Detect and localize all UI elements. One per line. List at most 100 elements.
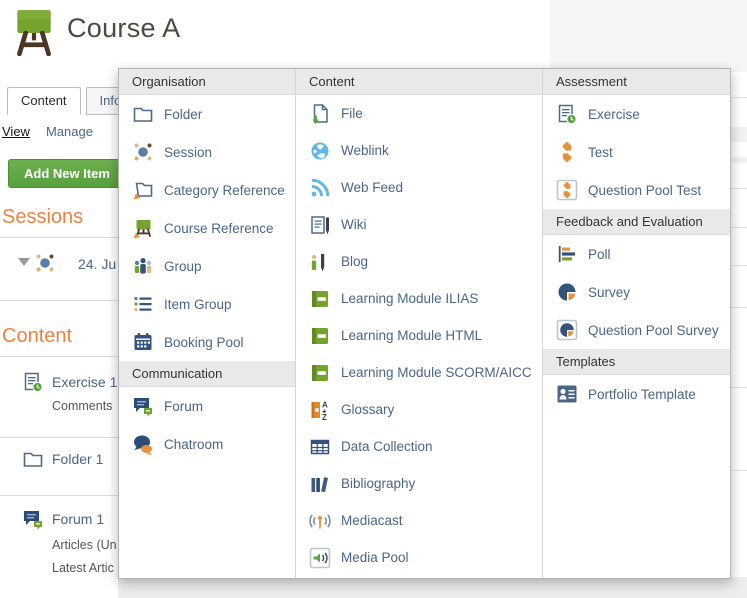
page-background bbox=[550, 0, 747, 72]
menu-item-survey[interactable]: Survey bbox=[543, 273, 730, 311]
menu-item-media-pool[interactable]: Media Pool bbox=[296, 539, 542, 576]
menu-item-weblink[interactable]: Weblink bbox=[296, 132, 542, 169]
menu-item-question-pool-survey[interactable]: Question Pool Survey bbox=[543, 311, 730, 349]
menu-item-learning-module-ilias[interactable]: Learning Module ILIAS bbox=[296, 280, 542, 317]
menu-item-course-reference[interactable]: Course Reference bbox=[119, 209, 295, 247]
menu-item-data-collection[interactable]: Data Collection bbox=[296, 428, 542, 465]
menu-item-glossary[interactable]: A Z Glossary bbox=[296, 391, 542, 428]
sessions-heading: Sessions bbox=[2, 206, 83, 229]
forum-icon bbox=[131, 395, 154, 418]
svg-text:A: A bbox=[322, 400, 328, 409]
list-item-exercise-1[interactable]: Exercise 1 bbox=[52, 374, 117, 390]
divider bbox=[0, 300, 118, 301]
divider bbox=[0, 356, 118, 357]
portfolio-template-icon bbox=[555, 383, 578, 406]
tab-content[interactable]: Content bbox=[7, 87, 81, 115]
menu-group-header: Feedback and Evaluation bbox=[543, 209, 730, 235]
web-feed-icon bbox=[308, 176, 331, 199]
menu-item-poll[interactable]: Poll bbox=[543, 235, 730, 273]
add-new-item-button[interactable]: Add New Item bbox=[8, 159, 126, 188]
menu-item-group[interactable]: Group bbox=[119, 247, 295, 285]
media-pool-icon bbox=[308, 546, 331, 569]
blog-icon bbox=[308, 250, 331, 273]
menu-item-folder[interactable]: Folder bbox=[119, 95, 295, 133]
menu-item-mediacast[interactable]: Mediacast bbox=[296, 502, 542, 539]
question-pool-survey-icon bbox=[555, 319, 578, 342]
exercise-icon bbox=[555, 103, 578, 126]
menu-item-bibliography[interactable]: Bibliography bbox=[296, 465, 542, 502]
svg-text:Z: Z bbox=[322, 413, 327, 421]
folder-icon bbox=[22, 448, 44, 470]
list-item-desc: Articles (Un bbox=[52, 538, 117, 552]
booking-pool-icon bbox=[131, 331, 154, 354]
content-heading: Content bbox=[2, 325, 72, 348]
menu-item-item-group[interactable]: Item Group bbox=[119, 285, 295, 323]
group-icon bbox=[131, 255, 154, 278]
collapse-caret-icon[interactable] bbox=[18, 258, 30, 266]
course-reference-icon bbox=[131, 217, 154, 240]
glossary-icon: A Z bbox=[308, 398, 331, 421]
menu-item-chatroom[interactable]: Chatroom bbox=[119, 425, 295, 463]
learning-module-icon bbox=[308, 324, 331, 347]
menu-item-question-pool-test[interactable]: Question Pool Test bbox=[543, 171, 730, 209]
list-item-desc: Latest Artic bbox=[52, 561, 114, 575]
add-new-item-menu: Organisation Folder Session bbox=[118, 68, 731, 579]
menu-item-web-feed[interactable]: Web Feed bbox=[296, 169, 542, 206]
chatroom-icon bbox=[131, 433, 154, 456]
list-item-desc: Comments bbox=[52, 399, 112, 413]
divider bbox=[0, 237, 118, 238]
exercise-icon bbox=[22, 371, 44, 393]
divider bbox=[0, 437, 118, 438]
ilias-course-page: Course A Content Info View Manage Add Ne… bbox=[0, 0, 747, 598]
divider bbox=[0, 495, 118, 496]
page-background-strip bbox=[118, 577, 747, 598]
menu-item-blog[interactable]: Blog bbox=[296, 243, 542, 280]
folder-icon bbox=[131, 103, 154, 126]
session-link[interactable]: 24. Ju bbox=[78, 256, 116, 272]
subtab-view[interactable]: View bbox=[2, 124, 30, 139]
subtab-bar: View Manage bbox=[2, 124, 93, 139]
divider bbox=[731, 127, 747, 142]
file-icon bbox=[308, 102, 331, 125]
test-icon bbox=[555, 141, 578, 164]
page-title: Course A bbox=[67, 13, 180, 44]
divider bbox=[731, 227, 747, 228]
category-reference-icon bbox=[131, 179, 154, 202]
menu-group-header: Communication bbox=[119, 361, 295, 387]
menu-item-file[interactable]: File bbox=[296, 95, 542, 132]
session-icon bbox=[34, 252, 56, 274]
menu-item-forum[interactable]: Forum bbox=[119, 387, 295, 425]
divider bbox=[731, 307, 747, 308]
wiki-icon bbox=[308, 213, 331, 236]
bibliography-icon bbox=[308, 472, 331, 495]
divider bbox=[731, 97, 747, 98]
weblink-icon bbox=[308, 139, 331, 162]
list-item-folder-1[interactable]: Folder 1 bbox=[52, 451, 103, 467]
learning-module-icon bbox=[308, 361, 331, 384]
menu-group-header: Assessment bbox=[543, 69, 730, 95]
forum-icon bbox=[22, 508, 44, 530]
menu-item-category-reference[interactable]: Category Reference bbox=[119, 171, 295, 209]
mediacast-icon bbox=[308, 509, 331, 532]
divider bbox=[731, 157, 747, 163]
divider bbox=[731, 188, 747, 189]
subtab-manage[interactable]: Manage bbox=[46, 124, 93, 139]
course-icon bbox=[13, 8, 55, 56]
menu-item-learning-module-html[interactable]: Learning Module HTML bbox=[296, 317, 542, 354]
menu-item-wiki[interactable]: Wiki bbox=[296, 206, 542, 243]
menu-item-session[interactable]: Session bbox=[119, 133, 295, 171]
menu-group-header: Content bbox=[296, 69, 542, 95]
menu-item-portfolio-template[interactable]: Portfolio Template bbox=[543, 375, 730, 413]
divider bbox=[731, 265, 747, 266]
data-collection-icon bbox=[308, 435, 331, 458]
question-pool-test-icon bbox=[555, 179, 578, 202]
list-item-forum-1[interactable]: Forum 1 bbox=[52, 511, 104, 527]
menu-item-booking-pool[interactable]: Booking Pool bbox=[119, 323, 295, 361]
menu-column-assessment: Assessment Exercise bbox=[542, 69, 730, 578]
menu-item-exercise[interactable]: Exercise bbox=[543, 95, 730, 133]
menu-item-test[interactable]: Test bbox=[543, 133, 730, 171]
learning-module-icon bbox=[308, 287, 331, 310]
menu-column-content: Content File bbox=[295, 69, 542, 578]
session-icon bbox=[131, 141, 154, 164]
menu-item-learning-module-scorm[interactable]: Learning Module SCORM/AICC bbox=[296, 354, 542, 391]
